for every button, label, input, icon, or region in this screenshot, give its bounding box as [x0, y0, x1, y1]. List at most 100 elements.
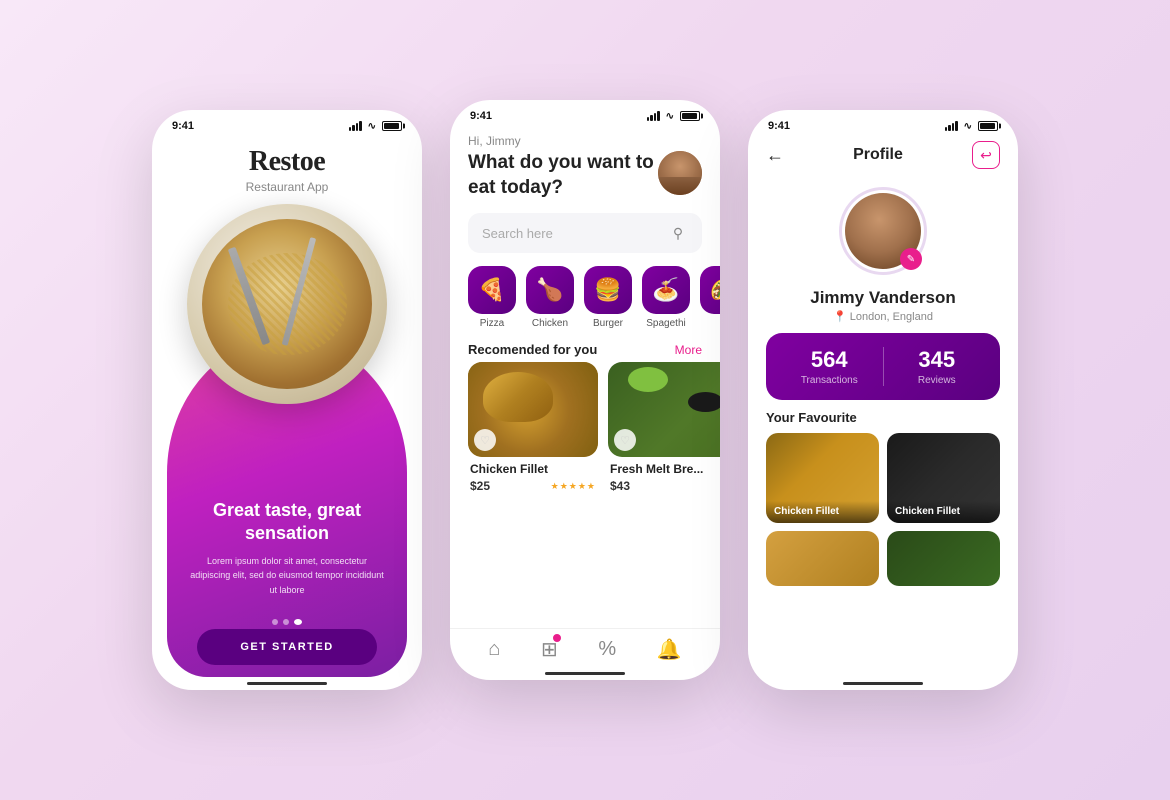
greeting-small: Hi, Jimmy — [468, 134, 702, 148]
transactions-value: 564 — [786, 347, 873, 373]
nav-cart[interactable]: ⊞ — [541, 637, 558, 662]
profile-header-bar: ← Profile ↩ — [748, 136, 1018, 177]
status-bar-2: 9:41 ∿ — [450, 100, 720, 126]
phone3: 9:41 ∿ ← Profile ↩ ✎ Jimmy Van — [748, 110, 1018, 690]
status-icons-1: ∿ — [349, 121, 402, 132]
status-icons-2: ∿ — [647, 111, 700, 122]
hero-desc: Lorem ipsum dolor sit amet, consectetur … — [187, 554, 387, 597]
nav-home[interactable]: ⌂ — [488, 638, 500, 661]
chicken-stars: ★★★★★ — [551, 481, 596, 492]
more-button[interactable]: More — [675, 343, 702, 357]
nav-discount[interactable]: % — [598, 638, 616, 661]
spagethi-icon-box: 🍝 — [642, 266, 690, 314]
chicken-name: Chicken Fillet — [470, 462, 596, 476]
pasta-visual — [202, 219, 372, 389]
phone1: 9:41 ∿ Restoe Restaurant App — [152, 110, 422, 690]
fav-card-2[interactable]: Chicken Fillet — [887, 433, 1000, 523]
fork-detail — [281, 237, 315, 345]
dot-3 — [294, 619, 302, 625]
back-button[interactable]: ← — [766, 145, 784, 166]
fresh-name: Fresh Melt Bre... — [610, 462, 720, 476]
chicken-price: $25 — [470, 479, 490, 493]
fav-card-1[interactable]: Chicken Fillet — [766, 433, 879, 523]
category-scroll: 🍕 Pizza 🍗 Chicken 🍔 Burger 🍝 Spagethi 🌮 — [450, 261, 720, 334]
fav-row2 — [766, 531, 1000, 586]
category-chicken[interactable]: 🍗 Chicken — [526, 266, 574, 329]
location-pin-icon: 📍 — [833, 310, 847, 323]
logout-button[interactable]: ↩ — [972, 141, 1000, 169]
edit-avatar-button[interactable]: ✎ — [900, 248, 922, 270]
dot-1 — [272, 619, 278, 625]
search-bar[interactable]: Search here ⚲ — [468, 213, 702, 253]
nav-bell[interactable]: 🔔 — [657, 637, 682, 662]
app-title: Restoe — [246, 146, 329, 178]
category-spagethi[interactable]: 🍝 Spagethi — [642, 266, 690, 329]
food-card-chicken[interactable]: ♡ Chicken Fillet $25 ★★★★★ — [468, 362, 598, 493]
greeting-row: What do you want to eat today? — [468, 151, 702, 200]
time-2: 9:41 — [470, 110, 492, 122]
location-text: London, England — [850, 311, 933, 323]
favourites-grid: Chicken Fillet Chicken Fillet — [766, 433, 1000, 523]
search-icon: ⚲ — [668, 223, 688, 243]
profile-location: 📍 London, England — [748, 310, 1018, 323]
profile-avatar-ring: ✎ — [839, 187, 927, 275]
food-area: Great taste, great sensation Lorem ipsum… — [152, 194, 422, 677]
category-more[interactable]: 🌮 M — [700, 266, 720, 329]
chicken-price-row: $25 ★★★★★ — [470, 479, 596, 493]
phone2: 9:41 ∿ Hi, Jimmy What do you want to eat… — [450, 100, 720, 680]
battery-icon-3 — [978, 121, 998, 131]
home-icon: ⌂ — [488, 638, 500, 661]
phone1-header: Restoe Restaurant App — [226, 136, 349, 194]
stat-divider — [883, 347, 884, 386]
phone1-content: Restoe Restaurant App Great taste, great… — [152, 136, 422, 677]
status-bar-1: 9:41 ∿ — [152, 110, 422, 136]
pizza-label: Pizza — [480, 318, 504, 329]
fav-card-2-overlay: Chicken Fillet — [887, 501, 1000, 523]
cart-badge — [553, 634, 561, 642]
favourites-section: Your Favourite Chicken Fillet Chicken Fi… — [748, 410, 1018, 586]
chicken-info: Chicken Fillet $25 ★★★★★ — [468, 457, 598, 493]
category-pizza[interactable]: 🍕 Pizza — [468, 266, 516, 329]
battery-icon-1 — [382, 121, 402, 131]
profile-title: Profile — [853, 146, 903, 164]
home-indicator-2 — [545, 672, 625, 675]
phones-container: 9:41 ∿ Restoe Restaurant App — [132, 90, 1038, 710]
get-started-button[interactable]: GET STARTED — [197, 629, 377, 665]
fav-card-partial-1[interactable] — [766, 531, 879, 586]
fresh-melt-image: ♡ — [608, 362, 720, 457]
chicken-fillet-image: ♡ — [468, 362, 598, 457]
status-icons-3: ∿ — [945, 121, 998, 132]
fav-card-partial-2[interactable] — [887, 531, 1000, 586]
wifi-icon-1: ∿ — [368, 121, 376, 132]
fav-card-1-name: Chicken Fillet — [774, 506, 871, 517]
home-indicator-3 — [843, 682, 923, 685]
chicken-label: Chicken — [532, 318, 568, 329]
stat-reviews: 345 Reviews — [894, 347, 981, 386]
fresh-info: Fresh Melt Bre... $43 — [608, 457, 720, 493]
transactions-label: Transactions — [786, 375, 873, 386]
time-1: 9:41 — [172, 120, 194, 132]
status-bar-3: 9:41 ∿ — [748, 110, 1018, 136]
page-dots — [272, 619, 302, 625]
burger-label: Burger — [593, 318, 623, 329]
category-burger[interactable]: 🍔 Burger — [584, 266, 632, 329]
recommended-title: Recomended for you — [468, 342, 597, 357]
pizza-icon-box: 🍕 — [468, 266, 516, 314]
signal-icon-3 — [945, 121, 958, 131]
reviews-value: 345 — [894, 347, 981, 373]
profile-avatar-section: ✎ — [748, 177, 1018, 280]
recommended-header: Recomended for you More — [450, 334, 720, 362]
user-avatar-2[interactable] — [658, 151, 702, 195]
fresh-price-row: $43 — [610, 479, 720, 493]
profile-name: Jimmy Vanderson — [748, 288, 1018, 308]
food-card-fresh[interactable]: ♡ Fresh Melt Bre... $43 — [608, 362, 720, 493]
wifi-icon-3: ∿ — [964, 121, 972, 132]
stat-transactions: 564 Transactions — [786, 347, 873, 386]
wifi-icon-2: ∿ — [666, 111, 674, 122]
stats-card: 564 Transactions 345 Reviews — [766, 333, 1000, 400]
signal-icon-2 — [647, 111, 660, 121]
burger-icon-box: 🍔 — [584, 266, 632, 314]
bottom-nav-2: ⌂ ⊞ % 🔔 — [450, 628, 720, 667]
search-placeholder: Search here — [482, 226, 553, 241]
reviews-label: Reviews — [894, 375, 981, 386]
